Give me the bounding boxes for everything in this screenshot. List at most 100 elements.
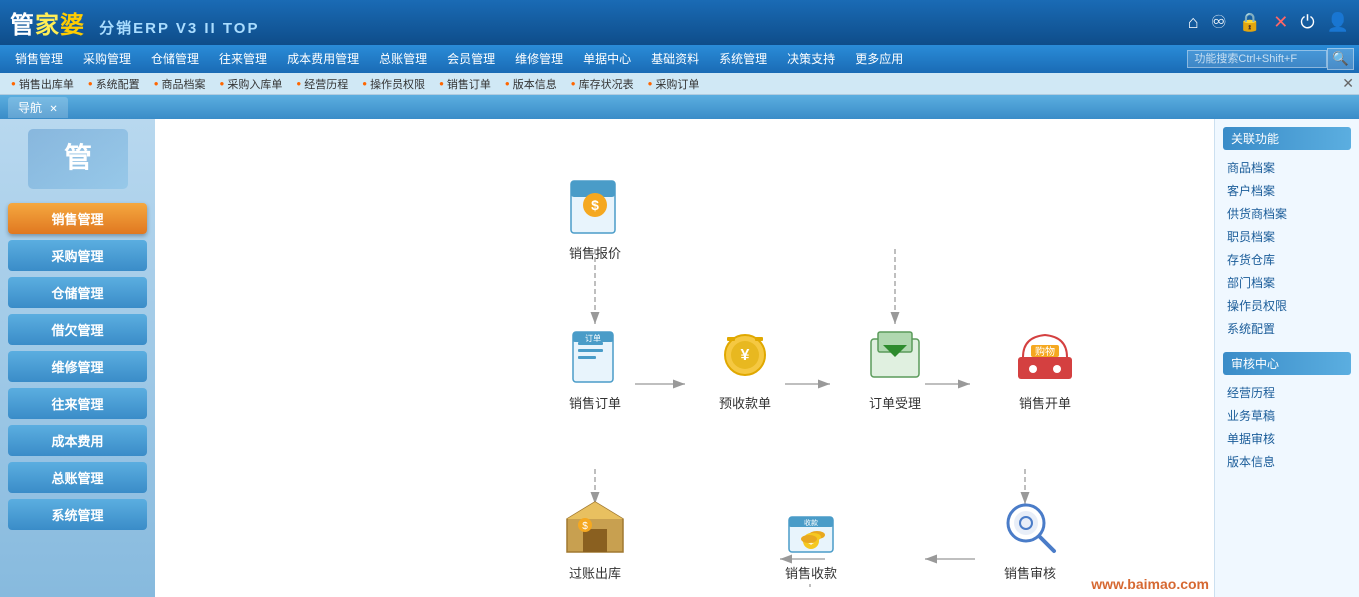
navbar: 销售管理 采购管理 仓储管理 往来管理 成本费用管理 总账管理 会员管理 维修管… [0, 45, 1359, 73]
shenhe-label: 销售审核 [1004, 563, 1056, 582]
link-customer-archive[interactable]: 客户档案 [1223, 179, 1351, 202]
user-icon[interactable]: 👤 [1327, 12, 1349, 33]
kaidan-icon: 购物 [1010, 324, 1080, 389]
dingdan-icon: 订单 [560, 324, 630, 389]
logo: 管家婆 分销ERP V3 II TOP [10, 5, 259, 40]
right-panel: 关联功能 商品档案 客户档案 供货商档案 职员档案 存货仓库 部门档案 操作员权… [1214, 119, 1359, 597]
right-section-audit: 审核中心 经营历程 业务草稿 单据审核 版本信息 [1223, 352, 1351, 473]
flow-item-kaidan[interactable]: 购物 销售开单 [1000, 324, 1090, 412]
home-icon[interactable]: ⌂ [1188, 12, 1199, 33]
link-supplier-archive[interactable]: 供货商档案 [1223, 202, 1351, 225]
main-layout: 管 销售管理 采购管理 仓储管理 借欠管理 维修管理 往来管理 成本费用 总账管… [0, 119, 1359, 597]
person-icon[interactable]: ♾ [1211, 12, 1227, 33]
guozhang-label: 过账出库 [569, 563, 621, 582]
lock-icon[interactable]: 🔒 [1239, 12, 1261, 33]
tab-history[interactable]: ●经营历程 [290, 75, 354, 93]
sidebar-item-cost[interactable]: 成本费用 [8, 425, 147, 456]
nav-purchase[interactable]: 采购管理 [73, 45, 141, 73]
tab-sales-out[interactable]: ●销售出库单 [5, 75, 80, 93]
flow-item-baojia[interactable]: $ 销售报价 [550, 174, 640, 262]
dingdan-label: 销售订单 [569, 393, 621, 412]
svg-text:$: $ [591, 197, 599, 213]
related-functions-title: 关联功能 [1223, 127, 1351, 150]
search-bar: 🔍 [1187, 48, 1354, 70]
flow-item-guozhang[interactable]: $ 过账出库 [550, 494, 640, 582]
svg-text:购物: 购物 [1035, 345, 1055, 358]
nav-base[interactable]: 基础资料 [641, 45, 709, 73]
power-icon[interactable]: ⏻ [1300, 12, 1314, 33]
flow-item-yukuan[interactable]: ¥ 预收款单 [700, 324, 790, 412]
flow-item-shenhe[interactable]: 销售审核 [985, 494, 1075, 582]
baojia-icon: $ [560, 174, 630, 239]
shoukuan-label: 销售收款 [785, 563, 837, 582]
tab-sales-order[interactable]: ●销售订单 [433, 75, 497, 93]
link-goods-archive[interactable]: 商品档案 [1223, 156, 1351, 179]
nav-tab-guide[interactable]: 导航 ✕ [8, 97, 68, 118]
nav-voucher[interactable]: 单据中心 [573, 45, 641, 73]
svg-text:$: $ [582, 521, 588, 532]
flow-diagram: $ 销售报价 订单 销售订单 [165, 129, 1204, 587]
tabs-bar: ●销售出库单 ●系统配置 ●商品档案 ●采购入库单 ●经营历程 ●操作员权限 ●… [0, 73, 1359, 95]
flow-item-shoukuan[interactable]: 收款 ¥ 销售收款 [766, 494, 856, 582]
sidebar-item-contacts[interactable]: 往来管理 [8, 388, 147, 419]
nav-system[interactable]: 系统管理 [709, 45, 777, 73]
logo-text: 管家婆 [10, 12, 85, 39]
sidebar-item-sales[interactable]: 销售管理 [8, 203, 147, 234]
tab-goods[interactable]: ●商品档案 [148, 75, 212, 93]
svg-text:管: 管 [63, 141, 91, 173]
link-warehouse[interactable]: 存货仓库 [1223, 248, 1351, 271]
search-button[interactable]: 🔍 [1327, 48, 1354, 70]
nav-ledger[interactable]: 总账管理 [369, 45, 437, 73]
tab-operator[interactable]: ●操作员权限 [356, 75, 431, 93]
nav-cost[interactable]: 成本费用管理 [277, 45, 369, 73]
nav-contacts[interactable]: 往来管理 [209, 45, 277, 73]
link-operator-rights[interactable]: 操作员权限 [1223, 294, 1351, 317]
header-icons: ⌂ ♾ 🔒 ✕ ⏻ 👤 [1188, 12, 1349, 33]
sidebar-item-borrow[interactable]: 借欠管理 [8, 314, 147, 345]
sidebar-logo-image: 管 [28, 129, 128, 189]
guozhang-icon: $ [560, 494, 630, 559]
sidebar-item-system[interactable]: 系统管理 [8, 499, 147, 530]
link-business-history[interactable]: 经营历程 [1223, 381, 1351, 404]
svg-text:收款: 收款 [804, 518, 818, 527]
header: 管家婆 分销ERP V3 II TOP ⌂ ♾ 🔒 ✕ ⏻ 👤 [0, 0, 1359, 45]
shoukuan-icon: 收款 ¥ [776, 494, 846, 559]
link-version-info[interactable]: 版本信息 [1223, 450, 1351, 473]
tab-version[interactable]: ●版本信息 [499, 75, 563, 93]
link-staff-archive[interactable]: 职员档案 [1223, 225, 1351, 248]
flow-item-shouli[interactable]: 订单受理 [850, 324, 940, 412]
shouli-icon [860, 324, 930, 389]
link-draft[interactable]: 业务草稿 [1223, 404, 1351, 427]
tabs-close-button[interactable]: ✕ [1342, 75, 1354, 92]
center-content: $ 销售报价 订单 销售订单 [155, 119, 1214, 597]
search-input[interactable] [1187, 50, 1327, 68]
link-dept-archive[interactable]: 部门档案 [1223, 271, 1351, 294]
nav-repair[interactable]: 维修管理 [505, 45, 573, 73]
tab-purchase-in[interactable]: ●采购入库单 [214, 75, 289, 93]
link-sys-config[interactable]: 系统配置 [1223, 317, 1351, 340]
tab-sys-config[interactable]: ●系统配置 [82, 75, 146, 93]
kaidan-label: 销售开单 [1019, 393, 1071, 412]
nav-tab-close-icon[interactable]: ✕ [49, 104, 57, 115]
link-voucher-audit[interactable]: 单据审核 [1223, 427, 1351, 450]
svg-text:¥: ¥ [741, 347, 750, 364]
shenhe-icon [995, 494, 1065, 559]
nav-decision[interactable]: 决策支持 [777, 45, 845, 73]
baojia-label: 销售报价 [569, 243, 621, 262]
nav-member[interactable]: 会员管理 [437, 45, 505, 73]
nav-warehouse[interactable]: 仓储管理 [141, 45, 209, 73]
audit-center-title: 审核中心 [1223, 352, 1351, 375]
nav-sales[interactable]: 销售管理 [5, 45, 73, 73]
sidebar-item-ledger[interactable]: 总账管理 [8, 462, 147, 493]
sidebar-item-repair[interactable]: 维修管理 [8, 351, 147, 382]
nav-more[interactable]: 更多应用 [845, 45, 913, 73]
nav-label-bar: 导航 ✕ [0, 95, 1359, 119]
close-icon[interactable]: ✕ [1273, 12, 1288, 33]
tab-inventory[interactable]: ●库存状况表 [565, 75, 640, 93]
tab-purchase-order[interactable]: ●采购订单 [642, 75, 706, 93]
sidebar-item-purchase[interactable]: 采购管理 [8, 240, 147, 271]
flow-item-dingdan[interactable]: 订单 销售订单 [550, 324, 640, 412]
sidebar-item-warehouse[interactable]: 仓储管理 [8, 277, 147, 308]
nav-tab-label: 导航 [18, 101, 42, 115]
yukuan-icon: ¥ [710, 324, 780, 389]
